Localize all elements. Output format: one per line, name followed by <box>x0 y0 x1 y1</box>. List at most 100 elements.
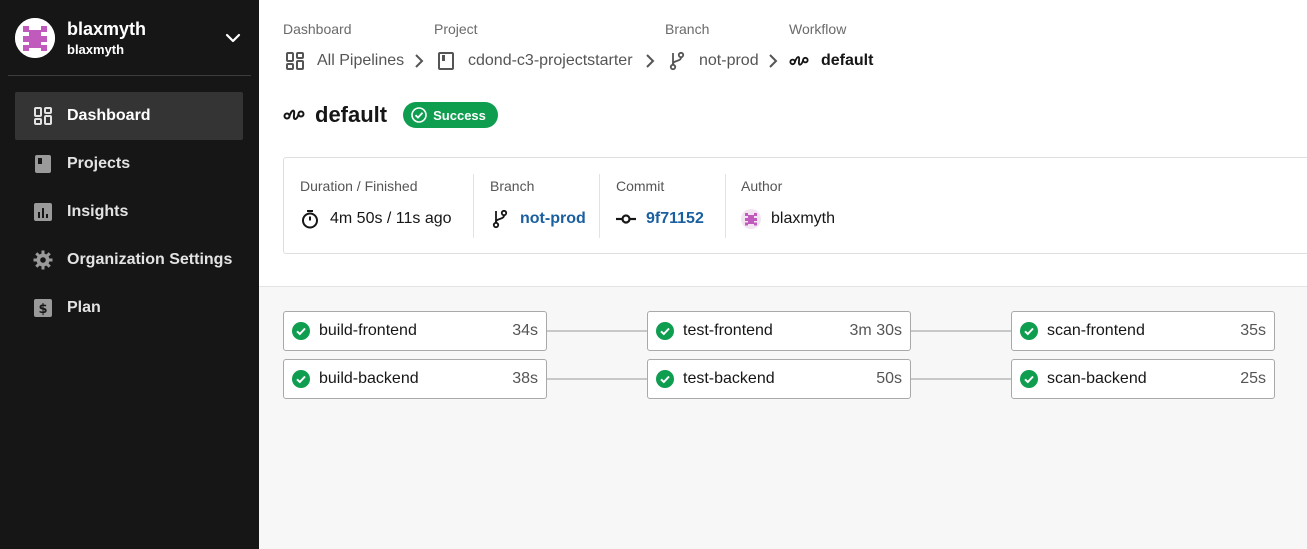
job-connector <box>547 330 647 332</box>
job-duration: 50s <box>876 370 902 387</box>
chevron-right-icon <box>646 54 655 68</box>
info-divider <box>599 174 600 238</box>
sidebar-item-projects[interactable]: Projects <box>15 140 243 188</box>
chevron-down-icon[interactable] <box>223 28 243 48</box>
sidebar-item-label: Dashboard <box>67 107 151 124</box>
commit-link[interactable]: 9f71152 <box>646 210 704 228</box>
breadcrumb-project-label: cdond-c3-projectstarter <box>468 52 633 69</box>
duration-value: 4m 50s / 11s ago <box>300 208 452 230</box>
job-scan-backend[interactable]: scan-backend 25s <box>1011 359 1275 399</box>
job-duration: 25s <box>1240 370 1266 387</box>
success-check-icon <box>1020 322 1038 340</box>
duration-label: Duration / Finished <box>300 178 418 194</box>
job-name: test-backend <box>683 370 775 387</box>
success-check-icon <box>656 322 674 340</box>
project-icon <box>436 51 456 71</box>
job-name: scan-backend <box>1047 370 1147 387</box>
author-name: blaxmyth <box>771 210 836 227</box>
breadcrumb-workflow: default <box>789 50 873 72</box>
job-test-frontend[interactable]: test-frontend 3m 30s <box>647 311 911 351</box>
job-name: build-backend <box>319 370 419 387</box>
breadcrumb-workflow-label: default <box>821 52 874 69</box>
jobs-graph: build-frontend 34s test-frontend 3m 30s … <box>259 288 1307 549</box>
workflow-title-row: default Success <box>283 100 498 130</box>
commit-label: Commit <box>616 178 665 194</box>
breadcrumb-branch-label: not-prod <box>699 52 759 69</box>
org-name: blaxmyth <box>67 19 147 39</box>
org-avatar <box>15 18 55 58</box>
page-title: default <box>315 102 388 127</box>
job-build-frontend[interactable]: build-frontend 34s <box>283 311 547 351</box>
sidebar-item-label: Plan <box>67 299 101 316</box>
check-circle-icon <box>411 107 427 123</box>
success-check-icon <box>292 322 310 340</box>
sidebar-item-plan[interactable]: $ Plan <box>15 284 243 332</box>
job-build-backend[interactable]: build-backend 38s <box>283 359 547 399</box>
job-scan-frontend[interactable]: scan-frontend 35s <box>1011 311 1275 351</box>
job-duration: 38s <box>512 370 538 387</box>
gear-icon <box>33 250 53 270</box>
status-badge: Success <box>403 102 498 128</box>
svg-text:$: $ <box>38 302 47 317</box>
author-avatar <box>741 209 761 229</box>
breadcrumb-project[interactable]: cdond-c3-projectstarter <box>436 50 633 72</box>
breadcrumb-label-workflow: Workflow <box>789 21 847 37</box>
projects-icon <box>33 154 53 174</box>
sidebar-nav: Dashboard Projects Insights Organization… <box>15 92 243 332</box>
job-connector <box>911 330 1011 332</box>
branch-icon <box>667 51 687 71</box>
success-check-icon <box>656 370 674 388</box>
sidebar-item-organization-settings[interactable]: Organization Settings <box>15 236 243 284</box>
branch-value: not-prod <box>490 208 586 230</box>
commit-icon <box>616 209 636 229</box>
dashboard-icon <box>33 106 53 126</box>
sidebar: blaxmyth blaxmyth Dashboard Projects Ins… <box>0 0 259 549</box>
workflow-icon <box>789 51 809 71</box>
sidebar-divider <box>8 75 251 76</box>
job-duration: 34s <box>512 322 538 339</box>
author-value: blaxmyth <box>741 208 835 230</box>
branch-label: Branch <box>490 178 535 194</box>
success-check-icon <box>292 370 310 388</box>
success-check-icon <box>1020 370 1038 388</box>
sidebar-item-dashboard[interactable]: Dashboard <box>15 92 243 140</box>
breadcrumb-all-pipelines[interactable]: All Pipelines <box>285 50 404 72</box>
info-divider <box>473 174 474 238</box>
workflow-icon <box>283 104 305 126</box>
job-duration: 35s <box>1240 322 1266 339</box>
sidebar-item-insights[interactable]: Insights <box>15 188 243 236</box>
org-switcher[interactable]: blaxmyth blaxmyth <box>15 16 251 60</box>
job-name: test-frontend <box>683 322 773 339</box>
job-name: build-frontend <box>319 322 417 339</box>
job-duration: 3m 30s <box>849 322 902 339</box>
job-connector <box>547 378 647 380</box>
sidebar-item-label: Organization Settings <box>67 251 233 268</box>
branch-link[interactable]: not-prod <box>520 210 586 228</box>
workflow-header: Dashboard Project Branch Workflow All Pi… <box>259 0 1307 287</box>
breadcrumb-label-branch: Branch <box>665 21 710 37</box>
info-divider <box>725 174 726 238</box>
sidebar-item-label: Projects <box>67 155 131 172</box>
main-content: Dashboard Project Branch Workflow All Pi… <box>259 0 1307 549</box>
sidebar-item-label: Insights <box>67 203 129 220</box>
job-connector <box>911 378 1011 380</box>
breadcrumb-label-dashboard: Dashboard <box>283 21 352 37</box>
breadcrumb-all-pipelines-label: All Pipelines <box>317 52 405 69</box>
workflow-info-panel: Duration / Finished 4m 50s / 11s ago Bra… <box>283 157 1307 254</box>
dollar-icon: $ <box>33 298 53 318</box>
org-subname: blaxmyth <box>67 42 125 57</box>
job-test-backend[interactable]: test-backend 50s <box>647 359 911 399</box>
breadcrumb-label-project: Project <box>434 21 478 37</box>
author-label: Author <box>741 178 783 194</box>
chevron-right-icon <box>415 54 424 68</box>
branch-icon <box>490 209 510 229</box>
breadcrumb-branch[interactable]: not-prod <box>667 50 759 72</box>
job-name: scan-frontend <box>1047 322 1145 339</box>
insights-icon <box>33 202 53 222</box>
commit-value: 9f71152 <box>616 208 704 230</box>
duration-text: 4m 50s / 11s ago <box>330 210 452 227</box>
dashboard-icon <box>285 51 305 71</box>
timer-icon <box>300 209 320 229</box>
chevron-right-icon <box>769 54 778 68</box>
status-badge-label: Success <box>433 107 486 123</box>
